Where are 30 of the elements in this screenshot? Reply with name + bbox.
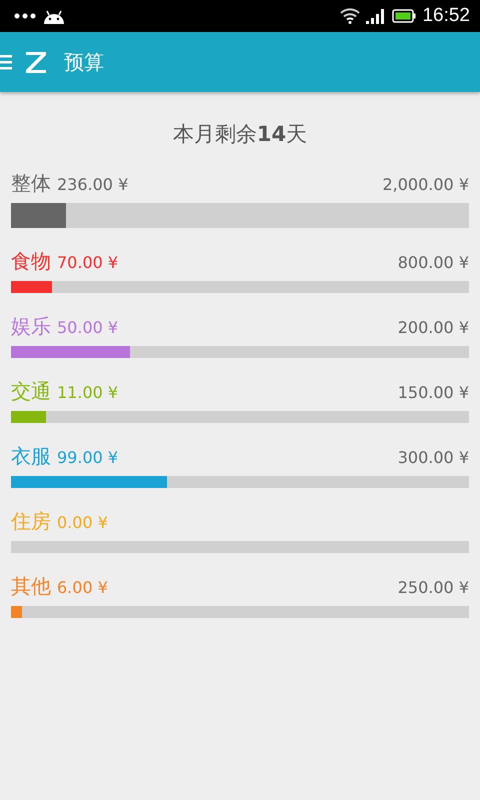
budget-amount: 800.00 ¥ [398, 253, 469, 272]
spent-amount: 6.00 ¥ [57, 578, 108, 597]
clock-time: 16:52 [422, 5, 470, 27]
category-name: 住房 [11, 508, 51, 535]
category-name: 整体 [11, 170, 51, 197]
wifi-icon [340, 8, 360, 24]
battery-icon [392, 9, 416, 23]
category-name: 其他 [11, 573, 51, 600]
more-icon [14, 13, 36, 19]
menu-icon[interactable] [0, 53, 12, 71]
spent-amount: 70.00 ¥ [57, 253, 118, 272]
spent-amount: 236.00 ¥ [57, 175, 128, 194]
category-name: 衣服 [11, 443, 51, 470]
budget-amount: 150.00 ¥ [398, 383, 469, 402]
budget-amount: 250.00 ¥ [398, 578, 469, 597]
app-logo-icon[interactable] [24, 50, 48, 74]
android-icon [42, 8, 66, 24]
signal-icon [366, 8, 386, 24]
app-title: 预算 [64, 48, 104, 76]
spent-amount: 0.00 ¥ [57, 513, 108, 532]
category-name: 食物 [11, 248, 51, 275]
days-remaining: 本月剩余14天 [172, 121, 308, 148]
budget-amount: 2,000.00 ¥ [382, 175, 469, 194]
spent-amount: 11.00 ¥ [57, 383, 118, 402]
category-name: 娱乐 [11, 313, 51, 340]
spent-amount: 99.00 ¥ [57, 448, 118, 467]
budget-amount: 300.00 ¥ [398, 448, 469, 467]
category-name: 交通 [11, 378, 51, 405]
budget-amount: 200.00 ¥ [398, 318, 469, 337]
spent-amount: 50.00 ¥ [57, 318, 118, 337]
